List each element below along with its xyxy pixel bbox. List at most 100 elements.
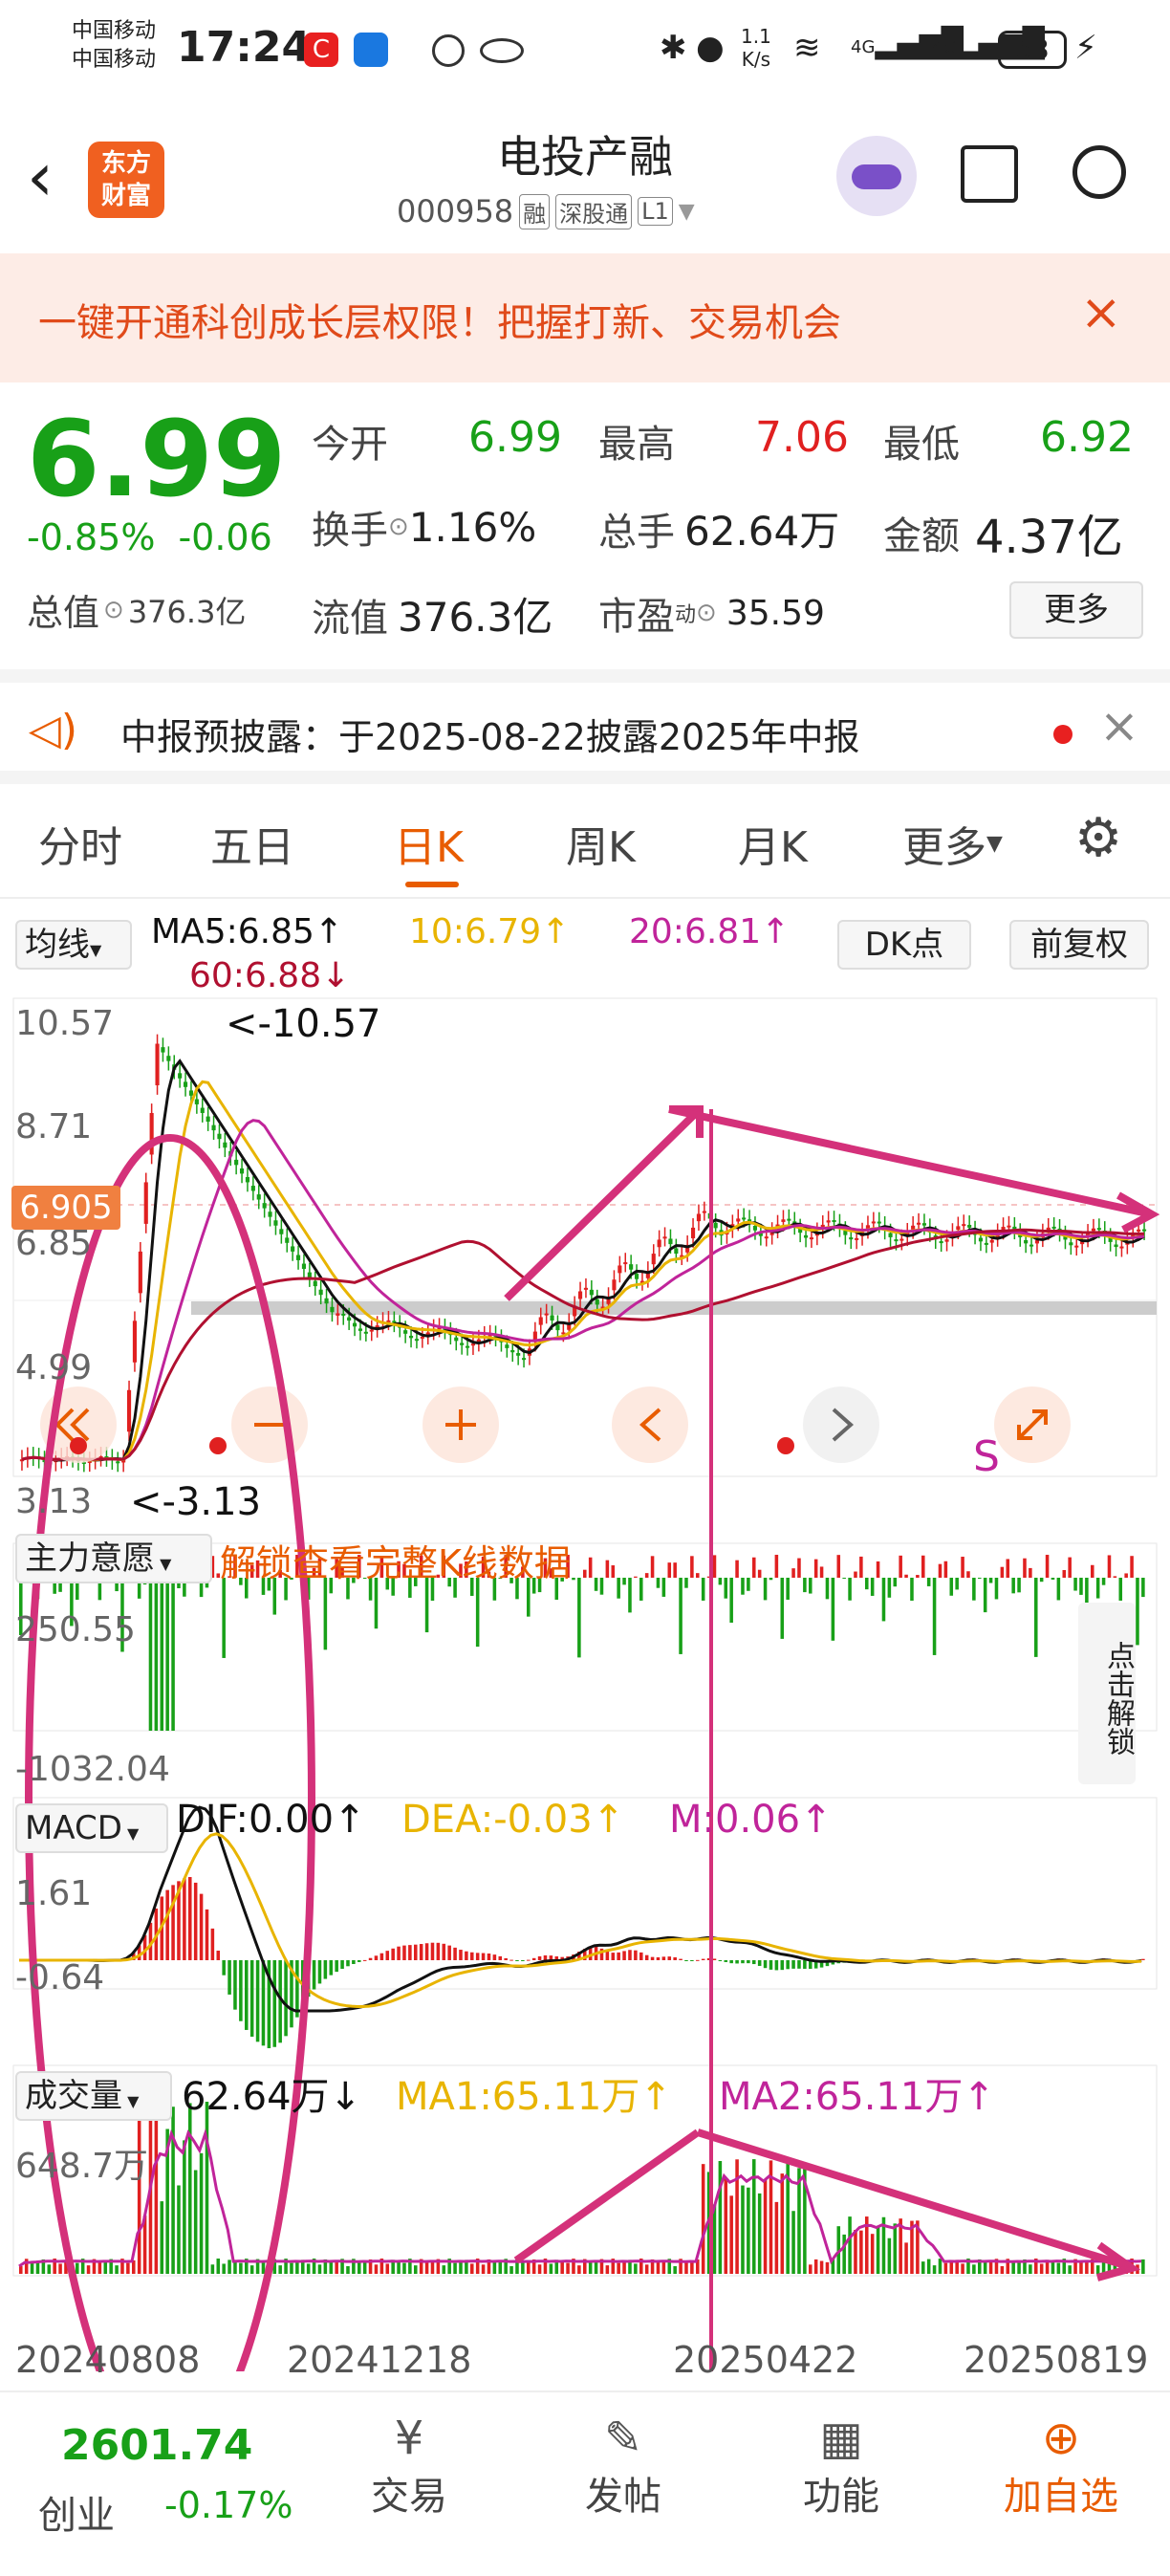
tab-more[interactable]: 更多 ▼ [902,813,1003,874]
turnover-value: 1.16% [408,503,537,551]
date-label: 20250819 [964,2339,1149,2381]
mktcap-value: 376.3亿 [127,593,247,630]
capital-select[interactable]: 主力意愿 ▼ [15,1534,212,1583]
macd-bar [498,1955,503,1960]
info-icon[interactable]: ⊙ [696,599,717,627]
unlock-side-button[interactable]: 点击解锁 [1078,1603,1136,1784]
close-icon[interactable]: × [1080,284,1122,341]
kline-y-top: 10.57 [15,1004,115,1043]
tab-five-day[interactable]: 五日 [210,813,294,874]
volume-bar [58,2263,62,2274]
adjust-button[interactable]: 前复权 [1009,920,1149,970]
macd-bar [368,1957,373,1960]
unlock-link[interactable]: 解锁查看完整K线数据 [220,1534,571,1586]
signal-2-label: 4G [932,37,957,57]
capital-bar [910,1578,914,1601]
macd-bar [391,1948,395,1960]
post-button[interactable]: ✎ 发帖 [575,2412,671,2521]
volume-bar [374,2264,379,2274]
capital-bar [955,1578,959,1590]
disclosure-notice[interactable]: ◁) 中报预披露：于2025-08-22披露2025年中报 × [0,669,1170,784]
index-change: -0.17% [164,2484,293,2526]
volume-bar [424,2261,429,2274]
macd-bar [453,1947,457,1960]
kline-svg[interactable] [0,994,1170,2371]
volume-ma-line [18,2128,1142,2268]
tab-intraday[interactable]: 分时 [38,813,122,874]
candle-body [336,1313,340,1316]
step-right-button[interactable] [803,1386,879,1463]
macd-bar [475,1953,480,1960]
volume-bar [757,2193,762,2274]
share-icon[interactable] [961,145,1018,203]
candle-body [989,1239,994,1243]
candle-body [736,1218,741,1222]
capital-bar [978,1578,982,1579]
capital-bar [966,1571,970,1578]
volume-bar [177,2185,181,2274]
capital-bar [735,1560,739,1578]
dk-point-button[interactable]: DK点 [837,920,971,970]
capital-bar [661,1578,666,1597]
vol-ma1-legend: MA1:65.11万↑ [396,2075,672,2119]
indicator-select[interactable]: 均线▼ [15,920,132,970]
macd-select[interactable]: MACD ▼ [15,1803,168,1853]
search-icon[interactable] [1072,145,1126,199]
volume-bar [19,2266,23,2274]
tab-daily-k[interactable]: 日K [394,813,464,874]
candle-body [662,1236,667,1239]
function-label: 功能 [803,2475,879,2519]
macd-y-bottom: -0.64 [15,1958,105,1997]
capital-bar [696,1573,700,1578]
step-left-button[interactable] [612,1386,688,1463]
candle-body [138,1251,142,1294]
capital-bar [1101,1578,1106,1585]
capital-bar [712,1555,717,1578]
capital-bar [572,1578,575,1581]
more-quote-button[interactable]: 更多 [1009,581,1143,639]
macd-bar [188,1877,192,1960]
volume-select[interactable]: 成交量 ▼ [15,2071,172,2121]
turnover: 换手 ⊙ 1.16% [312,499,536,555]
settings-gear-icon[interactable]: ⚙ [1074,807,1122,869]
capital-bar [1017,1578,1021,1593]
price-change: -0.85% -0.06 [27,516,272,558]
capital-bar [729,1578,733,1624]
macd-bar [752,1960,756,1965]
candle-body [363,1331,368,1334]
stock-code-row[interactable]: 000958 融 深股通 L1 ▼ [397,193,695,229]
tab-monthly-k[interactable]: 月K [738,813,808,874]
capital-bar [323,1578,328,1650]
macd-bar [442,1943,446,1960]
candle-body [301,1263,307,1269]
macd-bar [757,1960,762,1966]
macd-bar [245,1960,249,2030]
low-value: 6.92 [1040,413,1134,462]
candle-body [279,1229,284,1234]
index-name[interactable]: 创业 [38,2484,115,2540]
capital-bar [1124,1573,1128,1578]
info-icon[interactable]: ⊙ [103,596,124,624]
candle-body [956,1226,961,1231]
volume-bar [76,2262,79,2274]
macd-bar [171,1885,175,1960]
tab-weekly-k[interactable]: 周K [566,813,636,874]
macd-bar [419,1944,423,1960]
add-watchlist-button[interactable]: ⊕ 加自选 [985,2412,1138,2521]
promo-banner[interactable]: 一键开通科创成长层权限！把握打新、交易机会 × [0,253,1170,382]
volume-bar [188,2103,192,2274]
ai-assistant-avatar[interactable] [836,136,917,216]
candle-body [1051,1226,1056,1229]
close-icon[interactable]: × [1099,698,1139,753]
capital-bar [932,1578,937,1655]
capital-bar [1079,1578,1083,1595]
volume-legend: 62.64万↓ [182,2075,362,2119]
trade-button[interactable]: ¥ 交易 [361,2412,457,2521]
capital-bar [690,1556,694,1578]
index-value[interactable]: 2601.74 [61,2421,252,2470]
macd-bar [424,1943,429,1960]
candle-body [803,1234,809,1238]
function-button[interactable]: ▦ 功能 [793,2412,889,2521]
info-icon[interactable]: ⊙ [388,513,409,541]
macd-bar [487,1954,491,1960]
